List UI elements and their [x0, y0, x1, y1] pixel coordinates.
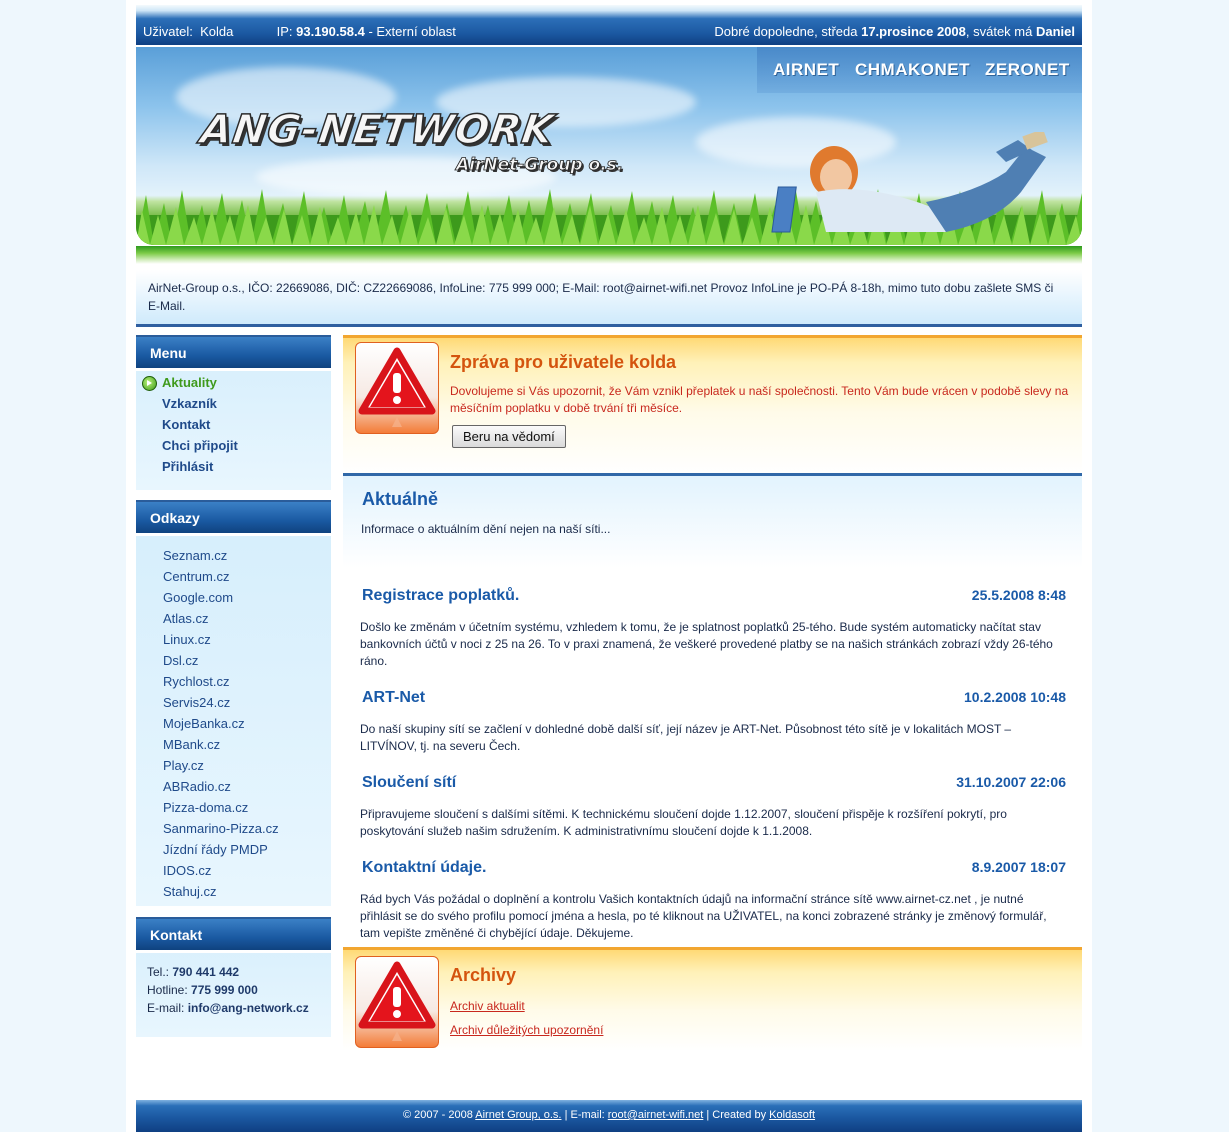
greeting: Dobré dopoledne, středa 17.prosince 2008… [714, 24, 1075, 39]
notice-title: Zpráva pro uživatele kolda [450, 352, 677, 372]
link-item[interactable]: Pizza-doma.cz [163, 800, 279, 821]
contact-details: Tel.: 790 441 442 Hotline: 775 999 000 E… [147, 963, 309, 1017]
link-item[interactable]: Dsl.cz [163, 653, 279, 674]
menu-item-label: Aktuality [162, 375, 217, 390]
warning-icon [355, 342, 439, 434]
footer-created-label: | Created by [706, 1109, 767, 1121]
archive-title: Archivy [450, 965, 517, 985]
footer-creator-link[interactable]: Koldasoft [769, 1109, 815, 1121]
news-date: 10.2.2008 10:48 [964, 689, 1066, 705]
tel-value: 790 441 442 [172, 965, 240, 979]
sidebar-contact: Kontakt Tel.: 790 441 442 Hotline: 775 9… [136, 917, 331, 1037]
site-logo[interactable]: ANG-NETWORK [197, 106, 558, 154]
user-label: Uživatel: [143, 24, 193, 39]
news-text: Do naší skupiny sítí se začlení v dohled… [360, 722, 1012, 753]
warning-icon [355, 956, 439, 1048]
menu-item-aktuality[interactable]: Aktuality [142, 375, 238, 396]
sidebar-links: Odkazy Seznam.cz Centrum.cz Google.com A… [136, 500, 331, 906]
link-item[interactable]: Atlas.cz [163, 611, 279, 632]
footer-copyright: © 2007 - 2008 [402, 1109, 473, 1121]
news-date: 8.9.2007 18:07 [971, 859, 1066, 875]
greeting-text: Dobré dopoledne, středa [714, 24, 858, 39]
user-notice-panel: Zpráva pro uživatele kolda Dovolujeme si… [343, 335, 1082, 474]
news-title: Sloučení sítí [362, 774, 457, 791]
link-item[interactable]: Linux.cz [163, 632, 279, 653]
tel-label: Tel.: [147, 965, 170, 979]
footer: © 2007 - 2008 Airnet Group, o.s. | E-mai… [136, 1100, 1082, 1132]
network-nav: AIRNET CHMAKONET ZERONET [757, 47, 1082, 93]
ip-zone: - Externí oblast [368, 24, 456, 39]
notice-text: Dovolujeme si Vás upozornit, že Vám vzni… [450, 384, 1069, 415]
contact-header: Kontakt [136, 917, 331, 950]
sidebar-menu: Menu Aktuality Vzkazník Kontakt Chci při… [136, 335, 331, 490]
acknowledge-button[interactable]: Beru na vědomí [452, 425, 566, 448]
news-text: Rád bych Vás požádal o doplnění a kontro… [360, 892, 1047, 940]
news-title: Registrace poplatků. [362, 587, 520, 604]
current-date: 17.prosince 2008 [861, 24, 966, 39]
link-item[interactable]: MojeBanka.cz [163, 716, 279, 737]
news-date: 31.10.2007 22:06 [956, 774, 1066, 790]
links-header: Odkazy [136, 500, 331, 533]
news-text: Připravujeme sloučení s dalšími sítěmi. … [360, 807, 1007, 838]
menu-list: Aktuality Vzkazník Kontakt Chci připojit… [142, 375, 238, 480]
links-list: Seznam.cz Centrum.cz Google.com Atlas.cz… [163, 548, 279, 905]
user-info: Uživatel: Kolda IP: 93.190.58.4 - Extern… [143, 24, 456, 39]
menu-title: Menu [150, 345, 187, 361]
banner-person-illustration [771, 132, 1048, 233]
menu-item-vzkaznik[interactable]: Vzkazník [162, 396, 238, 417]
nameday-name: Daniel [1035, 24, 1075, 39]
link-item[interactable]: Rychlost.cz [163, 674, 279, 695]
link-item[interactable]: Sanmarino-Pizza.cz [163, 821, 279, 842]
site-sublogo: AirNet-Group o.s. [456, 155, 624, 176]
company-info-text: AirNet-Group o.s., IČO: 22669086, DIČ: C… [148, 281, 1054, 313]
page: Uživatel: Kolda IP: 93.190.58.4 - Extern… [126, 0, 1092, 1132]
link-item[interactable]: Servis24.cz [163, 695, 279, 716]
archive-warnings-link[interactable]: Archiv důležitých upozornění [450, 1023, 603, 1037]
news-date: 25.5.2008 8:48 [971, 587, 1066, 603]
company-info-strip: AirNet-Group o.s., IČO: 22669086, DIČ: C… [136, 270, 1082, 327]
ip-value: 93.190.58.4 [296, 24, 365, 39]
link-item[interactable]: Jízdní řády PMDP [163, 842, 279, 863]
news-text: Došlo ke změnám v účetním systému, vzhle… [360, 620, 1053, 668]
menu-item-chci-pripojit[interactable]: Chci připojit [162, 438, 238, 459]
ip-label: IP: [276, 24, 293, 39]
archive-news-link[interactable]: Archiv aktualit [450, 999, 525, 1013]
footer-email-link[interactable]: root@airnet-wifi.net [608, 1109, 704, 1121]
link-item[interactable]: Centrum.cz [163, 569, 279, 590]
section-subtitle: Informace o aktuálním dění nejen na naší… [361, 522, 611, 536]
section-title: Aktuálně [362, 489, 439, 509]
link-item[interactable]: MBank.cz [163, 737, 279, 758]
link-item[interactable]: Play.cz [163, 758, 279, 779]
link-item[interactable]: Google.com [163, 590, 279, 611]
nameday-label: , svátek má [965, 24, 1033, 39]
nav-zeronet[interactable]: ZERONET [985, 60, 1070, 80]
email-label: E-mail: [147, 1001, 185, 1015]
footer-email-label: | E-mail: [564, 1109, 605, 1121]
menu-header: Menu [136, 335, 331, 368]
menu-item-prihlasit[interactable]: Přihlásit [162, 459, 238, 480]
top-status-bar: Uživatel: Kolda IP: 93.190.58.4 - Extern… [136, 5, 1082, 45]
link-item[interactable]: Stahuj.cz [163, 884, 279, 905]
header-green-divider [136, 246, 1082, 264]
contact-title: Kontakt [150, 927, 203, 943]
arrow-bullet-icon [142, 376, 157, 391]
news-title: ART-Net [362, 689, 426, 706]
email-value[interactable]: info@ang-network.cz [188, 1001, 309, 1015]
news-section-header: Aktuálně Informace o aktuálním dění neje… [343, 473, 1082, 568]
user-name: Kolda [200, 24, 234, 39]
footer-company-link[interactable]: Airnet Group, o.s. [475, 1109, 561, 1121]
link-item[interactable]: IDOS.cz [163, 863, 279, 884]
news-title: Kontaktní údaje. [362, 859, 487, 876]
link-item[interactable]: Seznam.cz [163, 548, 279, 569]
hotline-value: 775 999 000 [191, 983, 258, 997]
archive-panel: Archivy Archiv aktualit Archiv důležitýc… [343, 947, 1082, 1051]
hotline-label: Hotline: [147, 983, 188, 997]
nav-chmakonet[interactable]: CHMAKONET [855, 60, 970, 80]
nav-airnet[interactable]: AIRNET [773, 60, 839, 80]
links-title: Odkazy [150, 510, 200, 526]
link-item[interactable]: ABRadio.cz [163, 779, 279, 800]
header-banner: ANG-NETWORK AirNet-Group o.s. AIRNET CHM… [136, 47, 1082, 245]
menu-item-kontakt[interactable]: Kontakt [162, 417, 238, 438]
